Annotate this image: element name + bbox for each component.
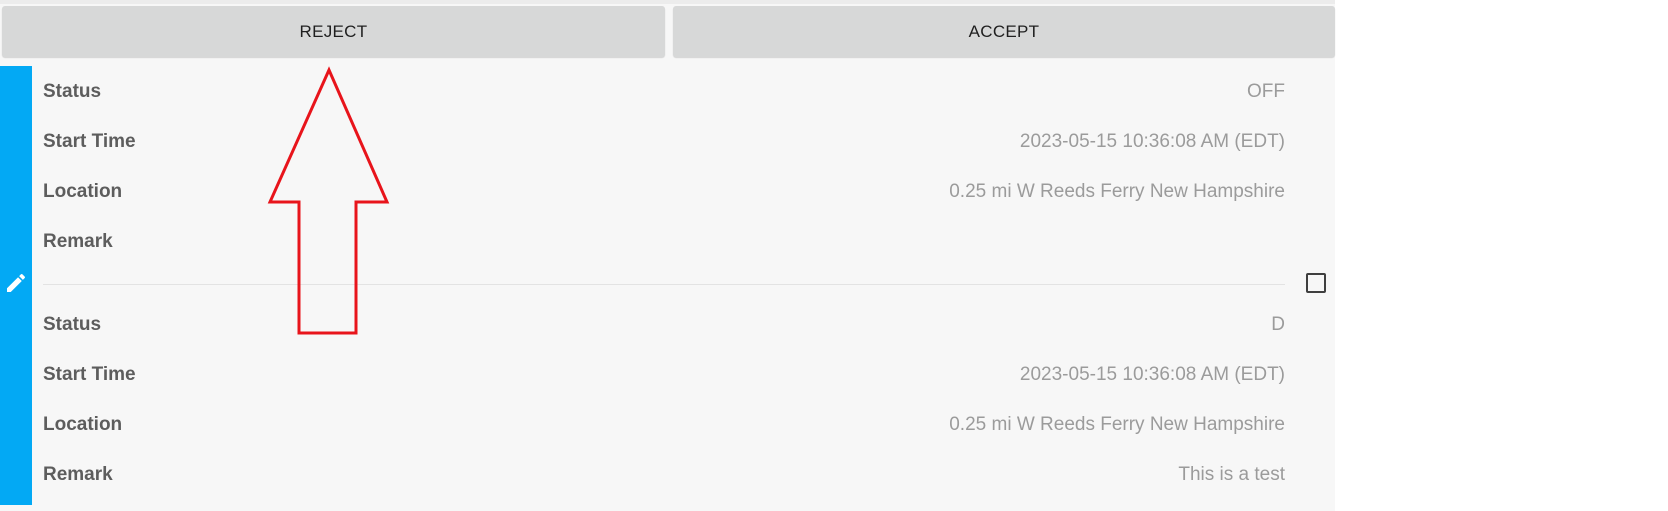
- accept-button[interactable]: ACCEPT: [673, 6, 1335, 57]
- start-time-value: 2023-05-15 10:36:08 AM (EDT): [1019, 363, 1285, 385]
- remark-value: This is a test: [1178, 463, 1285, 485]
- location-label: Location: [43, 413, 123, 435]
- record-2-location-row: Location 0.25 mi W Reeds Ferry New Hamps…: [43, 399, 1285, 450]
- record-1-location-row: Location 0.25 mi W Reeds Ferry New Hamps…: [43, 166, 1285, 217]
- select-checkbox[interactable]: [1306, 273, 1326, 293]
- start-time-label: Start Time: [43, 130, 136, 152]
- location-label: Location: [43, 180, 123, 202]
- location-value: 0.25 mi W Reeds Ferry New Hampshire: [949, 413, 1285, 435]
- start-time-value: 2023-05-15 10:36:08 AM (EDT): [1019, 130, 1285, 152]
- pencil-icon: [7, 273, 26, 292]
- location-value: 0.25 mi W Reeds Ferry New Hampshire: [949, 180, 1285, 202]
- record-1-remark-row: Remark: [43, 216, 1285, 267]
- record-2-remark-row: Remark This is a test: [43, 449, 1285, 500]
- top-divider: [0, 0, 1335, 4]
- reject-button[interactable]: REJECT: [2, 6, 665, 57]
- record-2-status-row: Status D: [43, 299, 1285, 350]
- edit-request-panel: REJECT ACCEPT Status OFF Start Time 2023…: [0, 0, 1335, 511]
- record-divider: [43, 284, 1285, 285]
- status-value: D: [1271, 313, 1285, 335]
- record-2-start-time-row: Start Time 2023-05-15 10:36:08 AM (EDT): [43, 349, 1285, 400]
- record-1-start-time-row: Start Time 2023-05-15 10:36:08 AM (EDT): [43, 116, 1285, 167]
- start-time-label: Start Time: [43, 363, 136, 385]
- status-label: Status: [43, 313, 102, 335]
- status-label: Status: [43, 80, 102, 102]
- remark-label: Remark: [43, 463, 113, 485]
- status-value: OFF: [1247, 80, 1285, 102]
- record-1-status-row: Status OFF: [43, 66, 1285, 117]
- edit-handle[interactable]: [0, 66, 32, 505]
- remark-label: Remark: [43, 230, 113, 252]
